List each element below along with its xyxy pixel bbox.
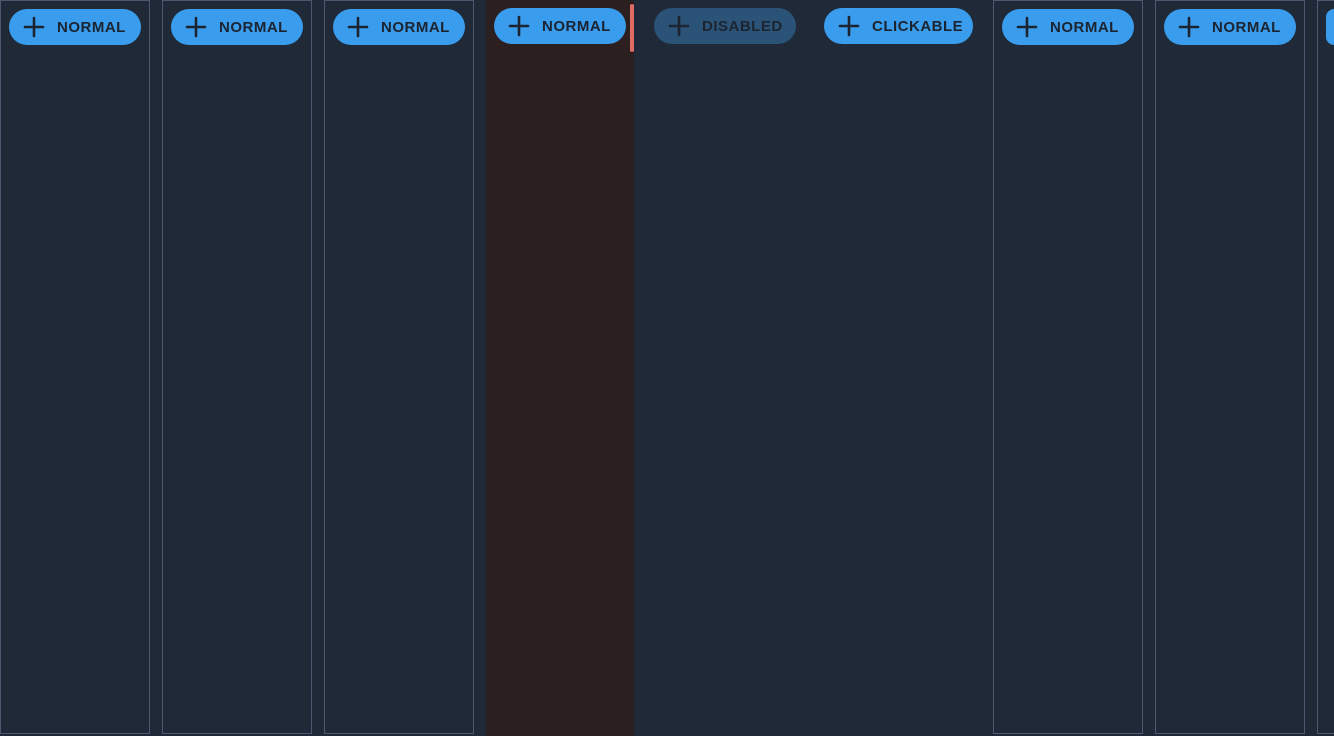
normal-button-1-label: NORMAL — [57, 18, 126, 36]
plus-icon — [668, 15, 690, 37]
clickable-button-label: CLICKABLE — [872, 17, 964, 35]
button-state-gallery: NORMAL NORMAL NORMAL NORMAL DISABLED CLI… — [0, 0, 1334, 736]
normal-button-2-label: NORMAL — [219, 18, 288, 36]
column-7 — [1155, 0, 1305, 734]
normal-button-6-label: NORMAL — [1212, 18, 1281, 36]
plus-icon — [508, 15, 530, 37]
normal-button-5-label: NORMAL — [1050, 18, 1119, 36]
column-2 — [162, 0, 312, 734]
column-4-highlighted — [486, 0, 634, 736]
column-3 — [324, 0, 474, 734]
clickable-button[interactable]: CLICKABLE — [824, 8, 973, 44]
plus-icon — [838, 15, 860, 37]
plus-icon — [347, 16, 369, 38]
normal-button-4[interactable]: NORMAL — [494, 8, 626, 44]
plus-icon — [1178, 16, 1200, 38]
column-1 — [0, 0, 150, 734]
partial-button[interactable] — [1326, 9, 1334, 45]
normal-button-3[interactable]: NORMAL — [333, 9, 465, 45]
disabled-button-label: DISABLED — [702, 17, 783, 35]
column-6 — [993, 0, 1143, 734]
disabled-button: DISABLED — [654, 8, 796, 44]
normal-button-4-label: NORMAL — [542, 17, 611, 35]
plus-icon — [185, 16, 207, 38]
normal-button-1[interactable]: NORMAL — [9, 9, 141, 45]
normal-button-6[interactable]: NORMAL — [1164, 9, 1296, 45]
column-8 — [1317, 0, 1334, 734]
normal-button-2[interactable]: NORMAL — [171, 9, 303, 45]
plus-icon — [1016, 16, 1038, 38]
normal-button-3-label: NORMAL — [381, 18, 450, 36]
column-5 — [634, 0, 993, 736]
normal-button-5[interactable]: NORMAL — [1002, 9, 1134, 45]
plus-icon — [23, 16, 45, 38]
